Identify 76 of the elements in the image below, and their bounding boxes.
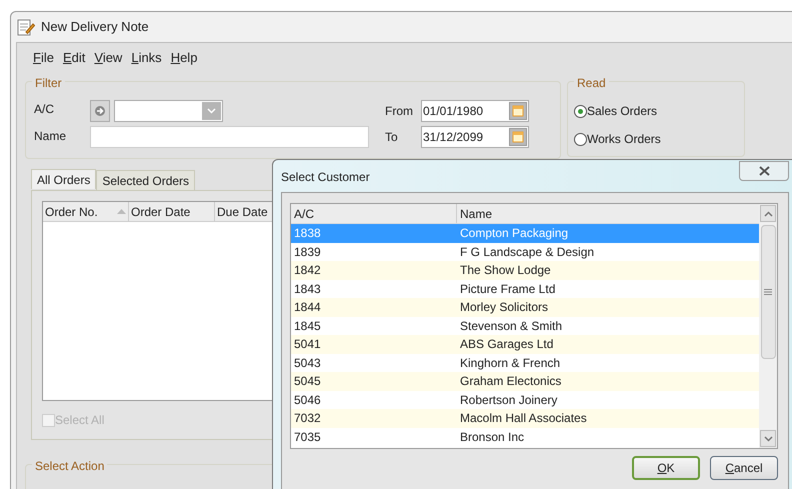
- arrow-circle-icon: [94, 105, 106, 117]
- dialog-title: Select Customer: [281, 169, 370, 186]
- field-label: To: [385, 129, 399, 146]
- table-cell-text: 1839: [293, 244, 322, 261]
- column-header[interactable]: Order Date: [129, 202, 215, 221]
- column-header[interactable]: Order No.: [43, 202, 129, 221]
- menu-item[interactable]: File: [33, 48, 54, 68]
- table-cell-text: 7035: [293, 428, 322, 446]
- table-cell-text: Kinghorn & French: [459, 354, 562, 372]
- menu-item[interactable]: Links: [131, 48, 162, 68]
- table-row[interactable]: 5043 Kinghorn & French: [291, 354, 759, 372]
- field-label: From: [385, 103, 414, 120]
- scroll-down-button[interactable]: [760, 430, 776, 447]
- close-button[interactable]: [739, 161, 789, 181]
- radio-button[interactable]: [574, 104, 587, 118]
- table-cell-text: Robertson Joinery: [459, 392, 558, 409]
- tab[interactable]: Selected Orders: [96, 170, 196, 190]
- column-header[interactable]: A/C: [291, 204, 457, 223]
- table-cell-text: The Show Lodge: [459, 262, 552, 280]
- close-icon: [758, 166, 770, 176]
- ok-button[interactable]: OK: [632, 456, 700, 480]
- table-cell-text: Morley Solicitors: [459, 299, 550, 316]
- calendar-icon: [512, 105, 524, 117]
- table-cell-text: Stevenson & Smith: [459, 318, 564, 335]
- menu-item[interactable]: Edit: [62, 48, 86, 68]
- table-cell-text: 1838: [293, 225, 322, 242]
- date-field[interactable]: 01/01/1980: [421, 100, 529, 122]
- table-row[interactable]: 5041 ABS Garages Ltd: [291, 335, 759, 354]
- scroll-up-button[interactable]: [760, 205, 776, 222]
- table-cell-text: 1842: [293, 262, 322, 280]
- table-cell-text: Graham Electonics: [459, 373, 562, 390]
- radio-option[interactable]: Sales Orders: [574, 102, 744, 120]
- chevron-down-icon: [207, 108, 216, 114]
- chevron-down-icon: [764, 436, 772, 442]
- name-field[interactable]: [90, 126, 369, 148]
- scroll-thumb[interactable]: [760, 225, 776, 359]
- grip-icon: [764, 289, 772, 295]
- field-label: A/C: [34, 101, 56, 118]
- window-title: New Delivery Note: [41, 18, 149, 36]
- chevron-up-icon: [764, 210, 772, 216]
- notepad-pencil-icon: [17, 18, 35, 36]
- table-cell-text: Bronson Inc: [459, 428, 526, 446]
- field-label: Name: [34, 128, 68, 145]
- table-row[interactable]: 1839 F G Landscape & Design: [291, 242, 759, 261]
- table-cell-text: Compton Packaging: [459, 225, 570, 242]
- table-cell-text: F G Landscape & Design: [459, 244, 596, 261]
- calendar-button[interactable]: [509, 102, 527, 120]
- tab[interactable]: All Orders: [31, 169, 96, 189]
- sort-arrow-icon: [117, 209, 126, 214]
- menu-item[interactable]: Help: [170, 48, 198, 68]
- table-cell-text: 5043: [293, 354, 322, 372]
- account-combo[interactable]: [114, 100, 223, 122]
- lookup-button[interactable]: [90, 100, 110, 122]
- table-cell-text: 1845: [293, 318, 322, 335]
- table-row[interactable]: 5045 Graham Electonics: [291, 372, 759, 390]
- column-header[interactable]: Name: [457, 204, 759, 223]
- table-cell-text: ABS Garages Ltd: [459, 336, 554, 354]
- table-cell-text: 1843: [293, 280, 322, 298]
- table-row[interactable]: 7032 Macolm Hall Associates: [291, 409, 759, 428]
- table-cell-text: Macolm Hall Associates: [459, 410, 588, 428]
- table-row[interactable]: 5046 Robertson Joinery: [291, 390, 759, 409]
- table-cell-text: 5041: [293, 336, 322, 354]
- radio-option[interactable]: Works Orders: [574, 130, 744, 148]
- radio-button[interactable]: [574, 132, 587, 146]
- calendar-button[interactable]: [509, 128, 527, 146]
- calendar-icon: [512, 131, 524, 143]
- table-cell-text: 1844: [293, 299, 322, 316]
- table-cell-text: 5046: [293, 392, 322, 409]
- table-row[interactable]: 1842 The Show Lodge: [291, 261, 759, 280]
- table-cell-text: 5045: [293, 373, 322, 390]
- menu-item[interactable]: View: [94, 48, 122, 68]
- date-field[interactable]: 31/12/2099: [421, 126, 529, 148]
- table-cell-text: 7032: [293, 410, 322, 428]
- table-cell-text: Picture Frame Ltd: [459, 280, 556, 298]
- table-row[interactable]: 1844 Morley Solicitors: [291, 298, 759, 316]
- cancel-button[interactable]: Cancel: [710, 456, 778, 480]
